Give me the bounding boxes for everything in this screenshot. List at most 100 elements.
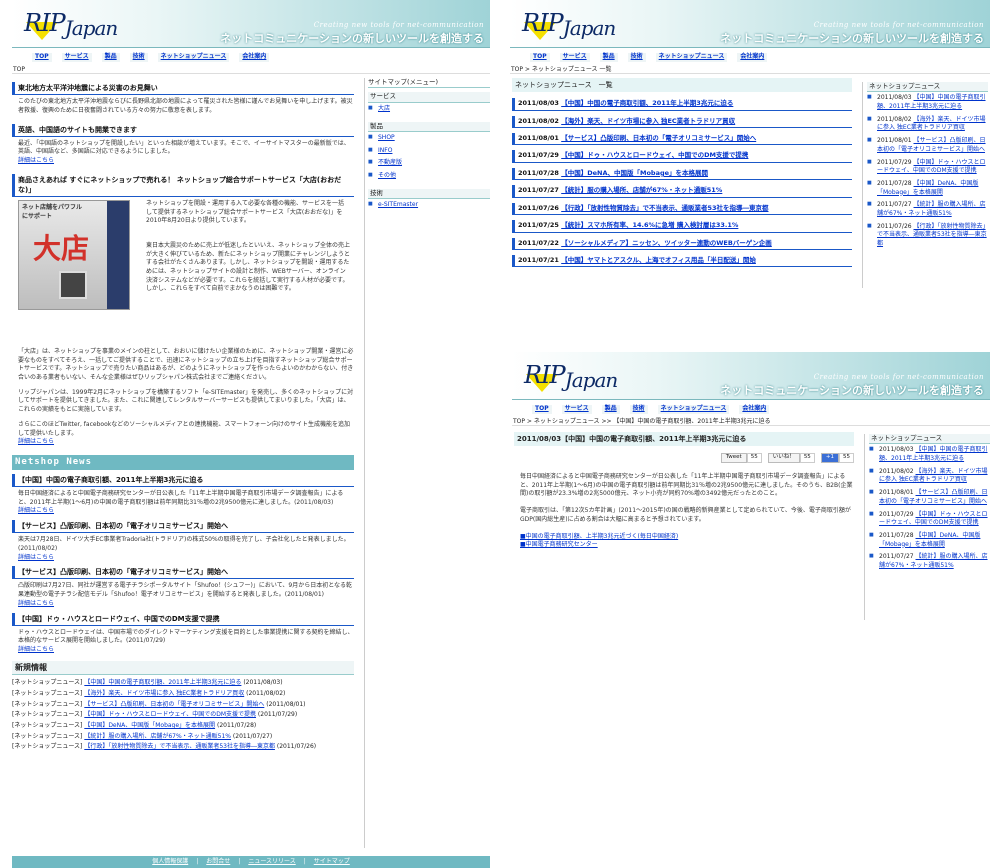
list-item[interactable]: 2011/08/02 【海外】楽天、ドイツ市場に参入 独EC業者トラドリア買収 [512,115,852,128]
news-body: 毎日中国経済によると中国電子商務研究センターが日公表した「11年上半期中国電子商… [18,490,344,506]
nav-tech[interactable]: 技術 [129,53,148,62]
new-info-row: [ネットショップニュース] 【サービス】凸版印刷、日本初の「電子オリコミサービス… [12,700,306,708]
section-title: 商品さえあれば すぐにネットショップで売れる！ ネットショップ総合サポートサービ… [12,173,354,197]
sitemap-item[interactable]: INFO [368,145,490,158]
nav-company[interactable]: 会社案内 [739,405,770,414]
sitemap-sidebar: サイトマップ(メニュー) サービス 大店 製品 SHOP INFO 不動産版 そ… [364,78,490,848]
nav-netshop-news[interactable]: ネットショップニュース [655,53,728,62]
new-info-link[interactable]: 【サービス】凸版印刷、日本初の「電子オリコミサービス」開始へ [84,701,264,708]
nav-products[interactable]: 製品 [101,53,120,62]
nav-company[interactable]: 会社案内 [737,53,768,62]
article-title: 2011/08/03【中国】中国の電子商取引額、2011年上半期3兆元に迫る [514,432,854,447]
article-link[interactable]: ■中国電子商務研究センター [520,541,854,550]
list-item[interactable]: 2011/07/27 【統計】服の購入場所、店舗が67%・ネット通販51% [512,185,852,198]
logo[interactable]: RIPJapan [522,6,616,41]
nav-top[interactable]: TOP [532,405,552,414]
tagline-jp: ネットコミュニケーションの新しいツールを創造する [720,384,984,397]
nav-service[interactable]: サービス [61,53,92,62]
plus-one-count: 55 [839,453,854,464]
site-header: RIPJapan Creating new tools for net-comm… [512,352,990,400]
new-info-link[interactable]: 【行政】「放射性物質除去」で不当表示、通販業者53社を指導―東京都 [84,743,275,750]
plus-one-button[interactable]: +1 [820,453,839,464]
article: 2011/08/03【中国】中国の電子商取引額、2011年上半期3兆元に迫る T… [514,432,854,550]
sitemap-item[interactable]: SHOP [368,132,490,145]
more-link[interactable]: 詳細はこちら [18,600,54,607]
news-title[interactable]: 【中国】ドゥ・ハウスとロードウェイ、中国でのDM支援で提携 [12,612,354,626]
main-nav: TOP サービス 製品 技術 ネットショップニュース 会社案内 [512,404,990,416]
nav-top[interactable]: TOP [32,53,52,62]
section-body: このたびの東北地方太平洋沖地震ならびに長野県北部の地震によって罹災された皆様に謹… [18,98,353,114]
nav-service[interactable]: サービス [561,405,592,414]
like-button[interactable]: いいね！ [767,453,800,464]
nav-tech[interactable]: 技術 [629,405,648,414]
new-info-row: [ネットショップニュース] 【海外】楽天、ドイツ市場に参入 独EC業者トラドリア… [12,690,286,698]
more-link[interactable]: 詳細はこちら [18,646,54,653]
sidebar-item[interactable]: 2011/07/26 【行政】「放射性物質除去」で不当表示、通販業者53社を指導… [867,221,988,251]
more-link[interactable]: 詳細はこちら [18,157,54,164]
news-title[interactable]: 【中国】中国の電子商取引額、2011年上半期3兆元に迫る [12,473,354,488]
article-link[interactable]: ■中国の電子商取引額、上半期3兆元近づく(毎日中国経済) [520,533,854,542]
nav-netshop-news[interactable]: ネットショップニュース [657,405,730,414]
sidebar-item[interactable]: 2011/07/28 【中国】DeNA、中国版「Mobage」を本格展開 [867,178,988,199]
nav-company[interactable]: 会社案内 [239,53,270,62]
breadcrumb: TOP [12,66,490,74]
logo[interactable]: RIPJapan [524,358,618,393]
sidebar-item[interactable]: 2011/08/01 【サービス】凸版印刷、日本初の「電子オリコミサービス」開始… [869,487,990,508]
more-link[interactable]: 詳細はこちら [18,554,54,561]
sidebar-item[interactable]: 2011/08/02 【海外】楽天、ドイツ市場に参入 独EC業者トラドリア買収 [869,466,990,487]
sidebar-item[interactable]: 2011/08/03 【中国】中国の電子商取引額、2011年上半期3兆元に迫る [867,92,988,113]
footer-release[interactable]: ニュースリリース [248,858,295,865]
more-link[interactable]: 詳細はこちら [18,507,54,514]
more-link[interactable]: 詳細はこちら [18,438,54,445]
footer-privacy[interactable]: 個人情報保護 [152,858,188,865]
new-info-link[interactable]: 【海外】楽天、ドイツ市場に参入 独EC業者トラドリア買収 [84,690,244,697]
list-item[interactable]: 2011/07/28 【中国】DeNA、中国版「Mobage」を本格展開 [512,167,852,181]
nav-tech[interactable]: 技術 [627,53,646,62]
odana-banner[interactable]: ネット店舗をパワフルにサポート 大店 [18,200,130,310]
list-item[interactable]: 2011/07/22 【ソーシャルメディア】ニッセン、ツイッター連動のWEBバー… [512,237,852,250]
nav-netshop-news[interactable]: ネットショップニュース [157,53,230,62]
new-info-link[interactable]: 【中国】DeNA、中国版「Mobage」を本格展開 [84,722,215,729]
logo[interactable]: RIPJapan [24,6,118,41]
section-title: 英語、中国語のサイトも開業できます [12,123,354,137]
news-item: 【サービス】凸版印刷、日本初の「電子オリコミサービス」開始へ 楽天は7月28日、… [12,520,354,562]
nav-top[interactable]: TOP [530,53,550,62]
sidebar-item[interactable]: 2011/07/27 【統計】服の購入場所、店舗が67%・ネット通販51% [867,199,988,220]
new-info-link[interactable]: 【中国】中国の電子商取引額、2011年上半期3兆元に迫る [84,679,241,686]
news-list-page: RIPJapan Creating new tools for net-comm… [510,0,990,290]
tweet-button[interactable]: Tweet [720,453,747,464]
list-item[interactable]: 2011/07/25 【統計】スマホ所有率、14.6%に急増 購入検討層は33.… [512,220,852,233]
news-sidebar: ネットショップニュース 2011/08/03 【中国】中国の電子商取引額、201… [864,434,990,620]
new-info-link[interactable]: 【中国】ドゥ・ハウスとロードウェイ、中国でのDM支援で提携 [84,711,256,718]
sidebar-item[interactable]: 2011/08/01 【サービス】凸版印刷、日本初の「電子オリコミサービス」開始… [867,135,988,156]
list-item[interactable]: 2011/07/26 【行政】「放射性物質除去」で不当表示、通販業者53社を指導… [512,202,852,216]
sidebar-item[interactable]: 2011/07/29 【中国】ドゥ・ハウスとロードウェイ、中国でのDM支援で提携 [869,509,990,530]
nav-products[interactable]: 製品 [601,405,620,414]
odana-para3: 「大店」は、ネットショップを事業のメインの柱として、おおいに儲けたい企業様のため… [18,348,354,382]
sidebar-item[interactable]: 2011/07/28 【中国】DeNA、中国版「Mobage」を本格展開 [869,530,990,551]
sidebar-item[interactable]: 2011/08/03 【中国】中国の電子商取引額、2011年上半期3兆元に迫る [869,444,990,465]
new-info-link[interactable]: 【統計】服の購入場所、店舗が67%・ネット通販51% [84,733,231,740]
nav-service[interactable]: サービス [559,53,590,62]
sidebar-item[interactable]: 2011/07/29 【中国】ドゥ・ハウスとロードウェイ、中国でのDM支援で提携 [867,157,988,178]
list-item[interactable]: 2011/07/29 【中国】ドゥ・ハウスとロードウェイ、中国でのDM支援で提携 [512,150,852,163]
sidebar-item[interactable]: 2011/07/27 【統計】服の購入場所、店舗が67%・ネット通販51% [869,551,990,572]
news-body: 楽天は7月28日、ドイツ大手EC事業者Tradoria社(トラドリア)の株式50… [18,536,350,552]
sitemap-item[interactable]: 大店 [368,103,490,116]
list-item[interactable]: 2011/08/01 【サービス】凸版印刷、日本初の「電子オリコミサービス」開始… [512,132,852,146]
list-item[interactable]: 2011/08/03 【中国】中国の電子商取引額、2011年上半期3兆元に迫る [512,98,852,111]
list-item[interactable]: 2011/07/21 【中国】ヤマトとアスクル、上海でオフィス用品「半日配送」開… [512,254,852,268]
nav-products[interactable]: 製品 [599,53,618,62]
main-nav: TOP サービス 製品 技術 ネットショップニュース 会社案内 [510,52,990,64]
news-title[interactable]: 【サービス】凸版印刷、日本初の「電子オリコミサービス」開始へ [12,566,354,580]
footer-sitemap[interactable]: サイトマップ [314,858,350,865]
sitemap-item[interactable]: 不動産版 [368,157,490,170]
sitemap-item[interactable]: e-SITEmaster [368,199,490,212]
footer-contact[interactable]: お問合せ [206,858,230,865]
tweet-count: 55 [746,453,762,464]
sitemap-item[interactable]: その他 [368,170,490,183]
new-info-row: [ネットショップニュース] 【中国】中国の電子商取引額、2011年上半期3兆元に… [12,679,283,687]
sidebar-item[interactable]: 2011/08/02 【海外】楽天、ドイツ市場に参入 独EC業者トラドリア買収 [867,114,988,135]
sitemap-group: 技術 [368,188,490,200]
news-title[interactable]: 【サービス】凸版印刷、日本初の「電子オリコミサービス」開始へ [12,520,354,534]
